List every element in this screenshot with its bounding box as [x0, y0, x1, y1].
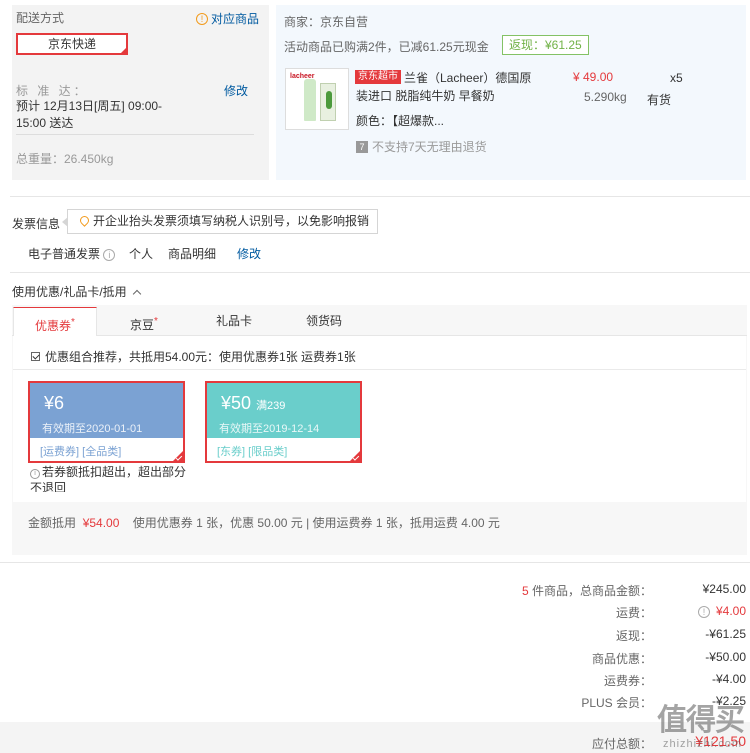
combo-checkbox[interactable]	[31, 352, 40, 361]
match-products-link[interactable]: ! 对应商品	[196, 10, 259, 27]
leaf-graphic	[326, 91, 332, 109]
coupon-validity: 有效期至2020-01-01	[42, 423, 143, 435]
divider	[16, 134, 254, 135]
invoice-tooltip: 开企业抬头发票须填写纳税人识别号，以免影响报销	[61, 209, 379, 234]
invoice-type: 电子普通发票 i	[28, 245, 116, 262]
section-divider	[10, 196, 750, 197]
coupon-tags: [东券] [限品类]	[217, 446, 288, 458]
delivery-eta: 预计 12月13日[周五] 09:00-15:00 送达	[16, 99, 163, 130]
product-quantity: x5	[670, 71, 683, 85]
coupon-amount: ¥6	[44, 393, 65, 413]
seller-name: 商家：京东自营	[284, 15, 369, 29]
coupon-card[interactable]: ¥50 满239 有效期至2019-12-14 [东券] [限品类]	[205, 381, 362, 463]
cashback-badge: 返现：¥61.25	[502, 35, 589, 55]
watermark-logo: 值得买	[657, 703, 745, 738]
coupon-summary: 金额抵用 ¥54.00 使用优惠券 1 张，优惠 50.00 元 | 使用运费券…	[28, 516, 500, 530]
coupon-tags: [运费券] [全品类]	[40, 446, 122, 458]
coupon-amount: ¥50 满239	[221, 393, 286, 413]
stock-status: 有货	[647, 93, 672, 107]
coupon-validity: 有效期至2019-12-14	[219, 423, 320, 435]
tab-gift-card[interactable]: 礼品卡	[192, 307, 276, 336]
product-color: 颜色：【超爆款...	[356, 114, 445, 128]
coupon-card-top: ¥50 满239 有效期至2019-12-14	[207, 383, 360, 438]
tab-pickup-code[interactable]: 领货码	[282, 307, 366, 336]
jd-supermarket-tag: 京东超市	[355, 70, 401, 84]
invoice-label: 发票信息	[12, 217, 61, 231]
chevron-up-icon	[132, 289, 142, 299]
shipping-coupon-label: 运费券：	[603, 674, 652, 688]
product-discount-value: -¥50.00	[705, 650, 746, 664]
tab-coupons[interactable]: 优惠券*	[13, 307, 97, 337]
tab-jingdou[interactable]: 京豆*	[102, 307, 186, 336]
no-return-notice: 7 不支持7天无理由退货	[356, 138, 487, 155]
invoice-content: 商品明细	[168, 247, 217, 261]
divider	[13, 369, 746, 370]
combo-recommendation[interactable]: 优惠组合推荐，共抵用54.00元：使用优惠券1张 运费券1张	[31, 348, 356, 365]
coupon-card[interactable]: ¥6 有效期至2020-01-01 [运费券] [全品类]	[28, 381, 185, 463]
bottle-graphic	[304, 79, 316, 121]
overflow-note: i 若券额抵扣超出，超出部分不退回	[30, 465, 187, 492]
no-return-text: 不支持7天无理由退货	[372, 140, 487, 154]
items-total-value: ¥245.00	[702, 582, 746, 596]
product-image[interactable]: lacheer	[285, 68, 349, 130]
section-divider	[10, 272, 750, 273]
selected-corner-icon	[119, 46, 128, 55]
invoice-tip-text: 开企业抬头发票须填写纳税人识别号，以免影响报销	[93, 214, 370, 228]
cashback-value: -¥61.25	[705, 627, 746, 641]
invoice-edit-link[interactable]: 修改	[237, 245, 261, 262]
no-return-icon: 7	[356, 140, 368, 153]
amount-due-label: 应付总额：	[591, 737, 652, 751]
help-icon[interactable]: i	[103, 249, 116, 261]
items-total-label: 5 件商品，总商品金额：	[521, 584, 652, 598]
total-weight: 总重量：26.450kg	[16, 152, 114, 166]
shipping-method-label: 京东快递	[47, 37, 96, 51]
shipping-method-option[interactable]: 京东快递	[16, 33, 128, 55]
delivery-edit-link[interactable]: 修改	[224, 82, 248, 99]
location-pin-icon	[78, 214, 91, 227]
combo-text: 优惠组合推荐，共抵用54.00元：使用优惠券1张 运费券1张	[45, 350, 356, 364]
coupon-condition: 满239	[256, 400, 286, 412]
standard-delivery-label: 标 准 达：	[16, 84, 89, 98]
coupon-section-toggle[interactable]: 使用优惠/礼品卡/抵用	[12, 283, 142, 300]
coupon-summary-amount: ¥54.00	[82, 516, 120, 530]
cashback-label: 返现：	[615, 629, 652, 643]
info-icon: !	[196, 12, 208, 25]
info-icon: i	[30, 469, 40, 479]
product-price: ¥ 49.00	[573, 70, 614, 84]
plus-member-label: PLUS 会员：	[581, 696, 652, 710]
product-discount-label: 商品优惠：	[591, 652, 652, 666]
shipping-title: 配送方式	[16, 11, 65, 25]
promo-text: 活动商品已购满2件，已减61.25元现金	[284, 40, 489, 54]
coupon-card-top: ¥6 有效期至2020-01-01	[30, 383, 183, 438]
watermark-url: zhizhizhi.com	[662, 738, 742, 750]
match-products-label: 对应商品	[211, 12, 260, 26]
help-icon[interactable]: !	[697, 606, 710, 618]
shipping-coupon-value: -¥4.00	[711, 672, 746, 686]
section-divider	[0, 562, 750, 563]
invoice-title-type: 个人	[129, 247, 154, 261]
product-weight: 5.290kg	[584, 90, 627, 104]
shipping-fee-value: ! ¥4.00	[697, 604, 746, 618]
shipping-fee-label: 运费：	[615, 606, 652, 620]
